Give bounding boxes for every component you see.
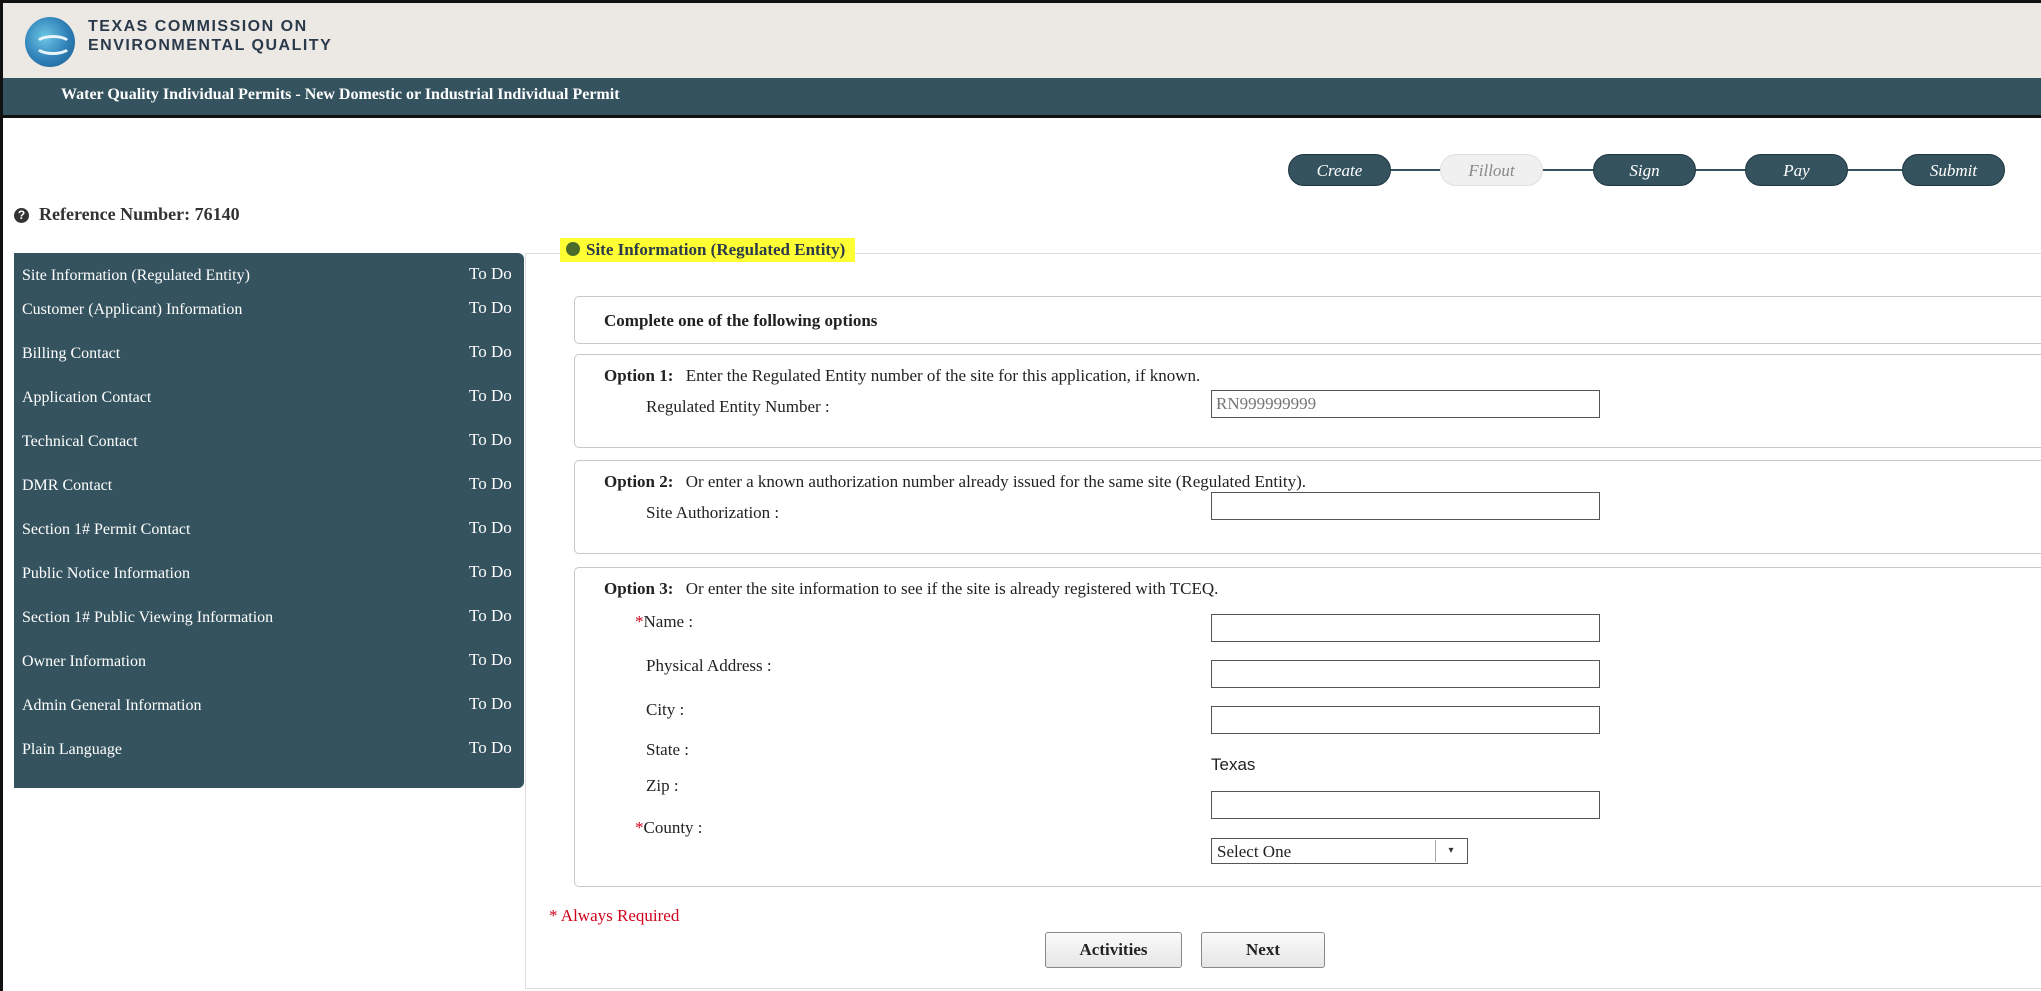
sidebar-item-owner-information[interactable]: Owner Information To Do xyxy=(14,639,524,683)
physical-address-input[interactable] xyxy=(1211,660,1600,688)
sidebar-item-status: To Do xyxy=(469,386,512,405)
sidebar-item-status: To Do xyxy=(469,606,512,625)
sidebar: Site Information (Regulated Entity) To D… xyxy=(14,253,524,788)
options-heading-box: Complete one of the following options xyxy=(574,296,2041,344)
option3-label: Option 3: xyxy=(604,579,674,598)
sidebar-item-permit-contact[interactable]: Section 1# Permit Contact To Do xyxy=(14,507,524,551)
sidebar-item-plain-language[interactable]: Plain Language To Do xyxy=(14,727,524,771)
required-note: * Always Required xyxy=(549,906,680,925)
sidebar-item-label: DMR Contact xyxy=(22,477,113,494)
sidebar-item-label: Billing Contact xyxy=(22,345,121,362)
county-select[interactable]: Select One ▾ xyxy=(1211,838,1468,864)
next-button[interactable]: Next xyxy=(1201,932,1325,968)
sidebar-item-dmr-contact[interactable]: DMR Contact To Do xyxy=(14,463,524,507)
county-label: *County : xyxy=(635,818,703,838)
sidebar-item-customer-information[interactable]: Customer (Applicant) Information To Do xyxy=(14,287,524,331)
sidebar-item-label: Customer (Applicant) Information xyxy=(22,301,243,318)
sidebar-item-status: To Do xyxy=(469,738,512,757)
site-authorization-label: Site Authorization : xyxy=(646,503,780,522)
sidebar-item-status: To Do xyxy=(469,694,512,713)
sidebar-item-public-notice[interactable]: Public Notice Information To Do xyxy=(14,551,524,595)
city-input[interactable] xyxy=(1211,706,1600,734)
zip-input[interactable] xyxy=(1211,791,1600,819)
sidebar-item-status: To Do xyxy=(469,562,512,581)
section-title: Site Information (Regulated Entity) xyxy=(560,238,856,262)
sidebar-item-public-viewing[interactable]: Section 1# Public Viewing Information To… xyxy=(14,595,524,639)
sidebar-item-label: Admin General Information xyxy=(22,697,202,714)
name-label-text: Name : xyxy=(643,612,694,631)
city-label: City : xyxy=(646,700,685,719)
sidebar-item-label: Section 1# Permit Contact xyxy=(22,521,191,538)
activities-button[interactable]: Activities xyxy=(1045,932,1182,968)
agency-name: TEXAS COMMISSION ON ENVIRONMENTAL QUALIT… xyxy=(88,17,332,55)
caret-down-icon[interactable]: ▾ xyxy=(1435,840,1466,862)
physical-address-label: Physical Address : xyxy=(646,656,772,675)
agency-name-line2: ENVIRONMENTAL QUALITY xyxy=(88,37,333,54)
reference-number-label: Reference Number: 76140 xyxy=(39,204,240,224)
sidebar-item-billing-contact[interactable]: Billing Contact To Do xyxy=(14,331,524,375)
step-sign[interactable]: Sign xyxy=(1593,154,1696,186)
page-title: Water Quality Individual Permits - New D… xyxy=(61,86,620,103)
option2-description: Option 2: Or enter a known authorization… xyxy=(604,472,1306,492)
option1-description: Option 1: Enter the Regulated Entity num… xyxy=(604,366,1200,386)
question-circle-icon[interactable]: ? xyxy=(14,208,29,223)
sidebar-item-label: Technical Contact xyxy=(22,433,138,450)
sidebar-item-label: Application Contact xyxy=(22,389,152,406)
sidebar-item-label: Section 1# Public Viewing Information xyxy=(22,609,274,626)
sidebar-item-label: Public Notice Information xyxy=(22,565,190,582)
header: TEXAS COMMISSION ON ENVIRONMENTAL QUALIT… xyxy=(3,3,2041,78)
name-label: *Name : xyxy=(635,612,693,632)
option3-description: Option 3: Or enter the site information … xyxy=(604,579,1218,599)
agency-logo xyxy=(25,17,75,67)
sidebar-item-status: To Do xyxy=(469,342,512,361)
regulated-entity-label: Regulated Entity Number : xyxy=(646,397,830,416)
section-title-text: Site Information (Regulated Entity) xyxy=(586,240,846,259)
sidebar-item-label: Site Information (Regulated Entity) xyxy=(22,267,250,284)
state-value: Texas xyxy=(1211,755,1256,774)
option1-text: Enter the Regulated Entity number of the… xyxy=(685,366,1201,385)
progress-stepper: Create Fillout Sign Pay Submit xyxy=(1288,154,2008,186)
required-asterisk: * xyxy=(635,612,644,631)
step-fillout[interactable]: Fillout xyxy=(1440,154,1543,186)
sidebar-item-technical-contact[interactable]: Technical Contact To Do xyxy=(14,419,524,463)
sidebar-item-application-contact[interactable]: Application Contact To Do xyxy=(14,375,524,419)
reference-number: ? Reference Number: 76140 xyxy=(14,204,240,225)
step-submit[interactable]: Submit xyxy=(1902,154,2005,186)
agency-name-line1: TEXAS COMMISSION ON xyxy=(88,18,308,35)
required-asterisk: * xyxy=(635,818,644,837)
name-input[interactable] xyxy=(1211,614,1600,642)
title-bar: Water Quality Individual Permits - New D… xyxy=(3,78,2041,118)
state-label: State : xyxy=(646,740,689,759)
sidebar-item-status: To Do xyxy=(469,298,512,317)
regulated-entity-input[interactable] xyxy=(1211,390,1600,418)
county-label-text: County : xyxy=(643,818,703,837)
option3-text: Or enter the site information to see if … xyxy=(685,579,1219,598)
zip-label: Zip : xyxy=(646,776,679,795)
leaf-icon xyxy=(566,242,580,256)
sidebar-item-status: To Do xyxy=(469,650,512,669)
options-heading: Complete one of the following options xyxy=(604,311,878,330)
step-pay[interactable]: Pay xyxy=(1745,154,1848,186)
county-select-value: Select One xyxy=(1217,842,1292,861)
sidebar-item-status: To Do xyxy=(469,430,512,449)
sidebar-item-status: To Do xyxy=(469,264,512,283)
sidebar-item-status: To Do xyxy=(469,518,512,537)
option2-label: Option 2: xyxy=(604,472,674,491)
site-authorization-input[interactable] xyxy=(1211,492,1600,520)
sidebar-item-label: Owner Information xyxy=(22,653,146,670)
step-create[interactable]: Create xyxy=(1288,154,1391,186)
sidebar-item-status: To Do xyxy=(469,474,512,493)
option2-text: Or enter a known authorization number al… xyxy=(685,472,1306,491)
sidebar-item-label: Plain Language xyxy=(22,741,122,758)
option1-label: Option 1: xyxy=(604,366,674,385)
sidebar-item-admin-general[interactable]: Admin General Information To Do xyxy=(14,683,524,727)
